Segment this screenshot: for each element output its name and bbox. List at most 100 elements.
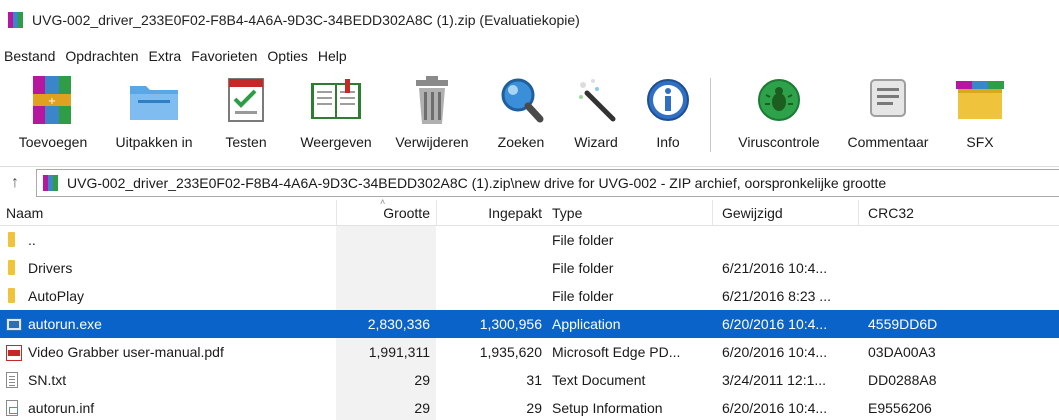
file-crc: DD0288A8	[868, 372, 937, 388]
search-label: Zoeken	[497, 134, 545, 150]
sfx-button[interactable]: SFX	[950, 70, 1010, 150]
menu-extra[interactable]: Extra	[145, 48, 188, 64]
info-label: Info	[656, 134, 680, 150]
folder-icon	[8, 288, 15, 303]
column-header-size[interactable]: Grootte	[370, 205, 430, 221]
column-header-crc[interactable]: CRC32	[868, 205, 914, 221]
svg-text:+: +	[48, 96, 56, 107]
extract-label: Uitpakken in	[115, 134, 193, 150]
test-label: Testen	[225, 134, 267, 150]
column-divider	[436, 200, 437, 226]
add-archive-icon: +	[25, 70, 81, 130]
magic-wand-icon	[568, 70, 624, 130]
file-type: Setup Information	[552, 400, 663, 416]
toolbar-divider	[710, 78, 711, 152]
file-modified: 6/20/2016 10:4...	[722, 344, 828, 360]
file-packed: 29	[526, 400, 542, 416]
view-book-icon	[308, 70, 364, 130]
address-path-field[interactable]: UVG-002_driver_233E0F02-F8B4-4A6A-9D3C-3…	[36, 169, 1059, 197]
file-name: Video Grabber user-manual.pdf	[28, 344, 224, 360]
file-name: autorun.inf	[28, 400, 95, 416]
file-name: autorun.exe	[28, 316, 102, 332]
extract-button[interactable]: Uitpakken in	[108, 70, 200, 150]
file-modified: 6/20/2016 10:4...	[722, 316, 828, 332]
file-packed: 1,935,620	[479, 344, 542, 360]
comment-button[interactable]: Commentaar	[838, 70, 938, 150]
file-name: Drivers	[28, 260, 73, 276]
comment-label: Commentaar	[847, 134, 929, 150]
column-header-packed[interactable]: Ingepakt	[470, 205, 542, 221]
column-divider	[858, 200, 859, 226]
add-label: Toevoegen	[18, 134, 88, 150]
file-list: Naam ˄ Grootte Ingepakt Type Gewijzigd C…	[0, 197, 1059, 420]
list-header: Naam ˄ Grootte Ingepakt Type Gewijzigd C…	[0, 197, 1059, 226]
folder-icon	[8, 260, 15, 275]
virus-scan-icon	[751, 70, 807, 130]
virus-scan-button[interactable]: Viruscontrole	[724, 70, 834, 150]
list-item-selected[interactable]: autorun.exe 2,830,336 1,300,956 Applicat…	[0, 310, 1059, 338]
menu-favorieten[interactable]: Favorieten	[187, 48, 263, 64]
info-icon	[640, 70, 696, 130]
list-item[interactable]: SN.txt 29 31 Text Document 3/24/2011 12:…	[0, 366, 1059, 394]
wizard-button[interactable]: Wizard	[564, 70, 628, 150]
delete-button[interactable]: Verwijderen	[384, 70, 480, 150]
file-name: ..	[28, 232, 36, 248]
address-path-text: UVG-002_driver_233E0F02-F8B4-4A6A-9D3C-3…	[67, 175, 887, 191]
file-modified: 6/21/2016 8:23 ...	[722, 288, 831, 304]
list-item[interactable]: Video Grabber user-manual.pdf 1,991,311 …	[0, 338, 1059, 366]
column-header-modified[interactable]: Gewijzigd	[722, 205, 783, 221]
file-crc: 03DA00A3	[868, 344, 936, 360]
toolbar: + Toevoegen Uitpakken in Testen Weergeve…	[0, 70, 1059, 164]
menu-opties[interactable]: Opties	[263, 48, 313, 64]
pdf-icon	[6, 345, 22, 361]
delete-label: Verwijderen	[395, 134, 469, 150]
file-type: File folder	[552, 288, 614, 304]
virus-scan-label: Viruscontrole	[738, 134, 820, 150]
view-button[interactable]: Weergeven	[288, 70, 384, 150]
list-item[interactable]: .. File folder	[0, 226, 1059, 254]
column-header-name[interactable]: Naam	[6, 205, 43, 221]
search-button[interactable]: Zoeken	[488, 70, 554, 150]
column-divider	[712, 200, 713, 226]
list-item[interactable]: AutoPlay File folder 6/21/2016 8:23 ...	[0, 282, 1059, 310]
menu-opdrachten[interactable]: Opdrachten	[61, 48, 144, 64]
column-header-type[interactable]: Type	[552, 205, 582, 221]
winrar-books-icon	[43, 175, 61, 191]
file-name: SN.txt	[28, 372, 67, 388]
sfx-label: SFX	[966, 134, 994, 150]
column-divider	[336, 200, 337, 226]
file-size: 1,991,311	[368, 344, 430, 360]
up-arrow-icon[interactable]: ↑	[0, 174, 30, 192]
file-modified: 3/24/2011 12:1...	[722, 372, 827, 388]
list-item[interactable]: Drivers File folder 6/21/2016 10:4...	[0, 254, 1059, 282]
test-checklist-icon	[218, 70, 274, 130]
file-size: 29	[414, 400, 430, 416]
file-packed: 1,300,956	[479, 316, 542, 332]
test-button[interactable]: Testen	[216, 70, 276, 150]
folder-icon	[8, 232, 15, 247]
list-item[interactable]: autorun.inf 29 29 Setup Information 6/20…	[0, 394, 1059, 420]
file-modified: 6/21/2016 10:4...	[722, 260, 828, 276]
exe-icon	[6, 318, 22, 331]
winrar-books-icon	[8, 12, 26, 28]
size-column-shade	[336, 254, 436, 282]
menu-bestand[interactable]: Bestand	[0, 48, 61, 64]
file-type: File folder	[552, 232, 614, 248]
file-packed: 31	[526, 372, 542, 388]
wizard-label: Wizard	[574, 134, 618, 150]
file-type: Application	[552, 316, 621, 332]
info-button[interactable]: Info	[640, 70, 696, 150]
file-modified: 6/20/2016 10:4...	[722, 400, 828, 416]
menu-bar: Bestand Opdrachten Extra Favorieten Opti…	[0, 44, 353, 68]
file-type: File folder	[552, 260, 614, 276]
menu-help[interactable]: Help	[314, 48, 353, 64]
file-type: Text Document	[552, 372, 646, 388]
address-bar: ↑ UVG-002_driver_233E0F02-F8B4-4A6A-9D3C…	[0, 166, 1059, 198]
size-column-shade	[336, 282, 436, 310]
file-name: AutoPlay	[28, 288, 85, 304]
add-button[interactable]: + Toevoegen	[14, 70, 92, 150]
extract-folder-icon	[126, 70, 182, 130]
title-bar: UVG-002_driver_233E0F02-F8B4-4A6A-9D3C-3…	[0, 0, 1059, 40]
file-crc: E9556206	[868, 400, 932, 416]
trash-bin-icon	[404, 70, 460, 130]
